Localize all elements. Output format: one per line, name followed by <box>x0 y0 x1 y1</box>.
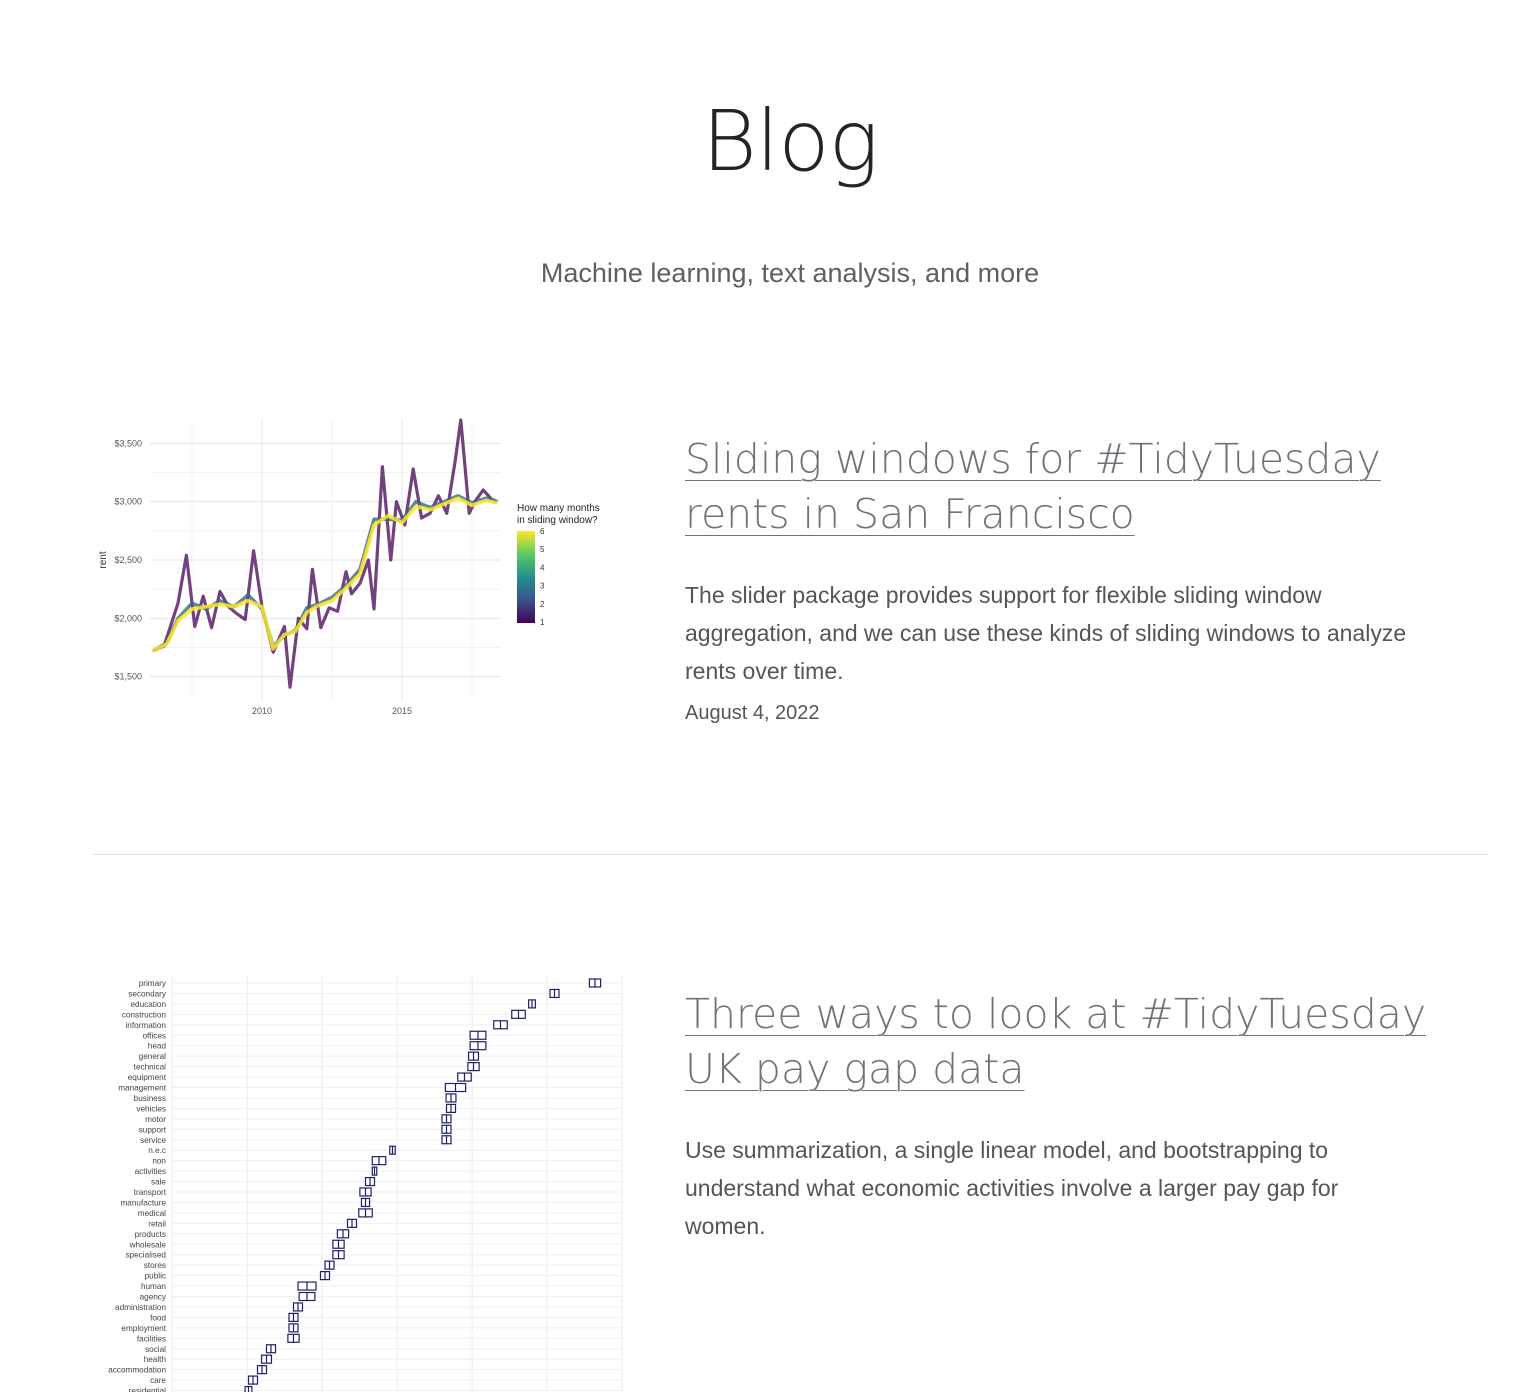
post-summary: The slider package provides support for … <box>685 582 1407 684</box>
x-tick-label: 2015 <box>392 706 412 716</box>
x-tick-label: 2010 <box>252 706 272 716</box>
category-label: support <box>139 1125 167 1134</box>
category-label: residential <box>129 1387 167 1392</box>
y-tick-label: $2,500 <box>114 555 142 565</box>
category-label: retail <box>148 1219 166 1228</box>
post-title-heading: Sliding windows for #TidyTuesday rents i… <box>685 432 1445 542</box>
y-tick-label: $2,000 <box>114 613 142 623</box>
post-title-link[interactable]: Three ways to look at #TidyTuesday UK pa… <box>685 990 1426 1093</box>
category-label: food <box>150 1313 166 1322</box>
category-label: agency <box>140 1293 167 1302</box>
legend-tick-label: 3 <box>540 582 545 591</box>
category-label: accommodation <box>108 1366 166 1375</box>
category-label: primary <box>139 979 167 988</box>
category-label: specialised <box>125 1251 166 1260</box>
legend: How many monthsin sliding window? 1 2 3 4 5 6 <box>517 503 600 627</box>
category-label: management <box>118 1084 167 1093</box>
y-tick-label: $3,000 <box>114 497 142 507</box>
category-label: secondary <box>128 989 167 998</box>
category-label: technical <box>134 1063 166 1072</box>
category-label: motor <box>145 1115 166 1124</box>
category-label: products <box>135 1230 166 1239</box>
series-line <box>151 494 498 653</box>
category-label: head <box>148 1042 167 1051</box>
category-label: non <box>152 1157 166 1166</box>
category-label: construction <box>122 1010 167 1019</box>
category-label: n.e.c <box>148 1146 166 1155</box>
post-text: Sliding windows for #TidyTuesday rents i… <box>685 432 1465 725</box>
post-text: Three ways to look at #TidyTuesday UK pa… <box>685 987 1465 1245</box>
legend-title: in sliding window? <box>517 515 598 526</box>
legend-tick-label: 6 <box>540 527 545 536</box>
category-label: activities <box>135 1167 166 1176</box>
category-label: business <box>134 1094 166 1103</box>
category-label: employment <box>121 1324 166 1333</box>
y-tick-label: $3,500 <box>114 438 142 448</box>
series-line <box>151 496 498 653</box>
category-label: vehicles <box>136 1104 166 1113</box>
category-label: offices <box>142 1031 166 1040</box>
page-subtitle: Machine learning, text analysis, and mor… <box>540 258 1040 288</box>
post-title-heading: Three ways to look at #TidyTuesday UK pa… <box>685 987 1445 1097</box>
legend-title: How many months <box>517 503 600 514</box>
y-axis-label: rent <box>98 551 109 568</box>
legend-tick-label: 4 <box>540 563 545 572</box>
category-label: general <box>139 1052 166 1061</box>
category-label: service <box>140 1136 166 1145</box>
category-label: care <box>150 1376 166 1385</box>
category-label: transport <box>134 1188 167 1197</box>
category-label: health <box>144 1355 167 1364</box>
category-label: equipment <box>128 1073 167 1082</box>
post-date: August 4, 2022 <box>685 702 820 724</box>
category-label: administration <box>115 1303 166 1312</box>
post-title-link[interactable]: Sliding windows for #TidyTuesday rents i… <box>685 435 1381 538</box>
post-thumbnail-paygap-chart[interactable]: primarysecondary educationconstruction inf… <box>92 965 632 1392</box>
category-label: stores <box>144 1261 166 1270</box>
post-summary: Use summarization, a single linear model… <box>685 1137 1339 1239</box>
category-label: medical <box>138 1209 166 1218</box>
category-label: social <box>145 1345 166 1354</box>
category-label: facilities <box>137 1334 166 1343</box>
category-label: public <box>145 1272 166 1281</box>
category-label: manufacture <box>120 1198 166 1207</box>
category-label: wholesale <box>129 1240 167 1249</box>
category-label: education <box>130 1000 166 1009</box>
legend-tick-label: 5 <box>540 545 545 554</box>
page-title: Blog <box>701 92 879 190</box>
post-card: primary secondary education construction inf… <box>92 965 1488 1392</box>
legend-tick-label: 2 <box>540 600 545 609</box>
legend-colorbar <box>517 531 535 623</box>
y-tick-label: $1,500 <box>114 672 142 682</box>
post-thumbnail-rent-chart[interactable]: $1,500 $2,000 $2,500 $3,000 $3,500 2010 2015 re… <box>92 410 632 720</box>
category-label: sale <box>151 1178 166 1187</box>
post-card: $1,500 $2,000 $2,500 $3,000 $3,500 2010 2015 re… <box>92 410 1488 740</box>
post-divider <box>92 854 1488 855</box>
category-label: human <box>141 1282 166 1291</box>
legend-tick-label: 1 <box>540 618 545 627</box>
category-label: information <box>125 1021 166 1030</box>
